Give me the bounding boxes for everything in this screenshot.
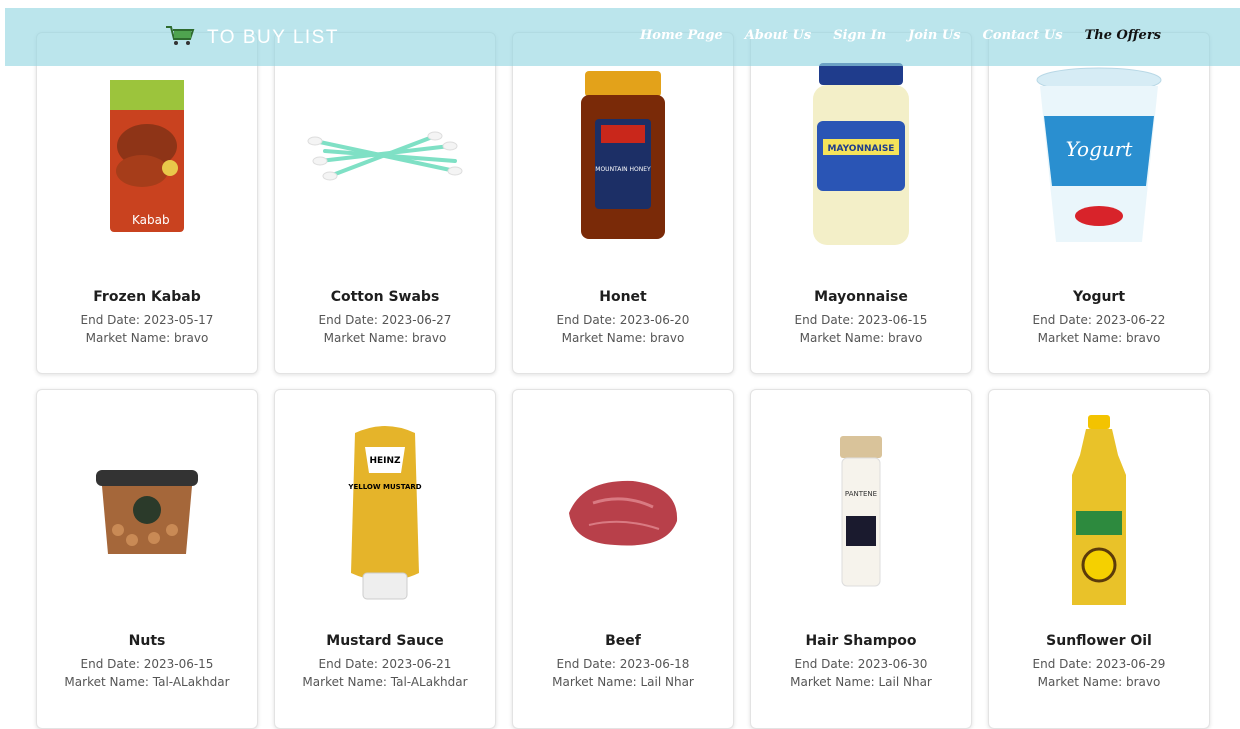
svg-text:HEINZ: HEINZ xyxy=(369,456,401,466)
product-card[interactable]: Sunflower Oil End Date: 2023-06-29 Marke… xyxy=(988,389,1210,729)
product-card[interactable]: PANTENE Hair Shampoo End Date: 2023-06-3… xyxy=(750,389,972,729)
nav-about[interactable]: About Us xyxy=(745,28,812,43)
product-end-date: End Date: 2023-06-29 xyxy=(1032,657,1166,671)
product-card[interactable]: MAYONNAISE Mayonnaise End Date: 2023-06-… xyxy=(750,32,972,374)
product-market-name: Market Name: bravo xyxy=(323,331,447,345)
top-navbar: TO BUY LIST Home Page About Us Sign In J… xyxy=(5,8,1240,66)
product-name: Cotton Swabs xyxy=(330,289,440,305)
product-card[interactable]: HEINZ YELLOW MUSTARD Mustard Sauce End D… xyxy=(274,389,496,729)
product-name: Beef xyxy=(605,633,641,649)
oil-bottle-image xyxy=(989,404,1209,622)
product-market-name: Market Name: Lail Nhar xyxy=(790,675,932,689)
product-name: Frozen Kabab xyxy=(93,289,201,305)
product-end-date: End Date: 2023-06-30 xyxy=(794,657,928,671)
nav-home[interactable]: Home Page xyxy=(640,28,723,43)
kabab-package-image: Kabab xyxy=(37,47,257,265)
beef-image xyxy=(513,404,733,622)
nav-links: Home Page About Us Sign In Join Us Conta… xyxy=(640,28,1161,43)
shampoo-bottle-image: PANTENE xyxy=(751,404,971,622)
product-end-date: End Date: 2023-06-15 xyxy=(80,657,214,671)
product-name: Sunflower Oil xyxy=(1046,633,1152,649)
svg-text:Yogurt: Yogurt xyxy=(1066,137,1134,161)
product-market-name: Market Name: bravo xyxy=(799,331,923,345)
product-name: Mayonnaise xyxy=(814,289,908,305)
honey-jar-image: MOUNTAIN HONEY xyxy=(513,47,733,265)
product-end-date: End Date: 2023-06-21 xyxy=(318,657,452,671)
svg-text:MOUNTAIN HONEY: MOUNTAIN HONEY xyxy=(595,166,651,173)
product-name: Mustard Sauce xyxy=(326,633,444,649)
product-market-name: Market Name: bravo xyxy=(561,331,685,345)
product-market-name: Market Name: Lail Nhar xyxy=(552,675,694,689)
product-name: Yogurt xyxy=(1072,289,1126,305)
product-card[interactable]: MOUNTAIN HONEY Honet End Date: 2023-06-2… xyxy=(512,32,734,374)
product-end-date: End Date: 2023-06-15 xyxy=(794,313,928,327)
nav-contact[interactable]: Contact Us xyxy=(983,28,1063,43)
product-name: Honet xyxy=(599,289,647,305)
product-market-name: Market Name: Tal-ALakhdar xyxy=(64,675,230,689)
product-end-date: End Date: 2023-05-17 xyxy=(80,313,214,327)
nuts-tub-image xyxy=(37,404,257,622)
mustard-bottle-image: HEINZ YELLOW MUSTARD xyxy=(275,404,495,622)
shopping-cart-icon xyxy=(165,24,195,52)
product-card[interactable]: Cotton Swabs End Date: 2023-06-27 Market… xyxy=(274,32,496,374)
svg-text:YELLOW MUSTARD: YELLOW MUSTARD xyxy=(347,483,421,491)
product-end-date: End Date: 2023-06-20 xyxy=(556,313,690,327)
product-card[interactable]: Yogurt Yogurt End Date: 2023-06-22 Marke… xyxy=(988,32,1210,374)
brand-title: TO BUY LIST xyxy=(207,27,339,48)
yogurt-cup-image: Yogurt xyxy=(989,47,1209,265)
product-end-date: End Date: 2023-06-18 xyxy=(556,657,690,671)
product-market-name: Market Name: Tal-ALakhdar xyxy=(302,675,468,689)
product-card[interactable]: Kabab Frozen Kabab End Date: 2023-05-17 … xyxy=(36,32,258,374)
nav-join[interactable]: Join Us xyxy=(908,28,960,43)
svg-text:MAYONNAISE: MAYONNAISE xyxy=(828,144,895,154)
svg-text:PANTENE: PANTENE xyxy=(845,490,877,498)
product-market-name: Market Name: bravo xyxy=(1037,331,1161,345)
product-name: Nuts xyxy=(128,633,166,649)
nav-sign-in[interactable]: Sign In xyxy=(833,28,886,43)
product-end-date: End Date: 2023-06-27 xyxy=(318,313,452,327)
brand[interactable]: TO BUY LIST xyxy=(165,24,339,52)
product-end-date: End Date: 2023-06-22 xyxy=(1032,313,1166,327)
product-card[interactable]: Beef End Date: 2023-06-18 Market Name: L… xyxy=(512,389,734,729)
mayonnaise-jar-image: MAYONNAISE xyxy=(751,47,971,265)
product-market-name: Market Name: bravo xyxy=(85,331,209,345)
product-card[interactable]: Nuts End Date: 2023-06-15 Market Name: T… xyxy=(36,389,258,729)
product-market-name: Market Name: bravo xyxy=(1037,675,1161,689)
nav-offers[interactable]: The Offers xyxy=(1085,28,1161,43)
product-name: Hair Shampoo xyxy=(805,633,917,649)
cotton-swabs-image xyxy=(275,47,495,265)
svg-text:Kabab: Kabab xyxy=(132,213,170,227)
